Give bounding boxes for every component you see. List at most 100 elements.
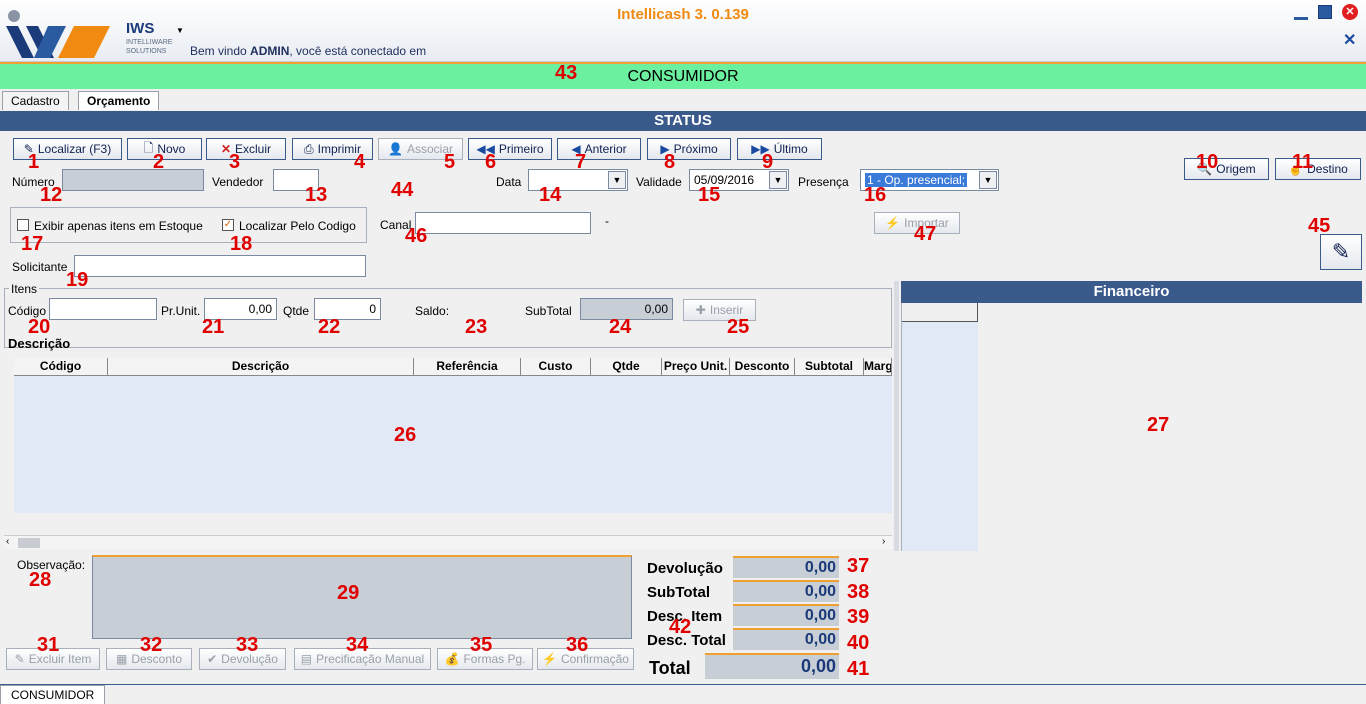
app-header: IWS INTELLIWARE SOLUTIONS ▼ Intellicash … (0, 0, 1366, 62)
panel-divider[interactable] (894, 281, 899, 551)
marker-2: 2 (153, 151, 165, 173)
codigo-field[interactable] (49, 298, 157, 320)
marker-21: 21 (202, 316, 225, 338)
marker-41: 41 (847, 658, 870, 680)
return-icon: ✔ (207, 652, 218, 666)
marker-29: 29 (337, 582, 360, 604)
localizar-codigo-label: Localizar Pelo Codigo (239, 219, 356, 233)
presenca-label: Presença (798, 175, 849, 189)
marker-1: 1 (28, 151, 40, 173)
marker-38: 38 (847, 581, 870, 603)
col-preco-unit[interactable]: Preço Unit. (662, 358, 730, 376)
app-title: Intellicash 3. 0.139 (617, 6, 749, 23)
col-margem[interactable]: Marg (864, 358, 892, 376)
novo-button[interactable]: 🗋 Novo (127, 138, 202, 160)
marker-7: 7 (575, 151, 587, 173)
itens-label: Itens (9, 282, 40, 296)
marker-45: 45 (1308, 215, 1331, 237)
logo-subtext: INTELLIWARE (126, 39, 173, 46)
scroll-left-arrow[interactable]: ‹ (6, 536, 9, 547)
marker-8: 8 (664, 151, 676, 173)
logo-menu-arrow[interactable]: ▼ (176, 26, 184, 35)
ultimo-button[interactable]: ▶▶ Último (737, 138, 822, 160)
observacao-textarea[interactable] (92, 555, 632, 639)
printer-icon: ⎙ (304, 141, 314, 156)
marker-44: 44 (391, 179, 414, 201)
marker-46: 46 (405, 225, 428, 247)
numero-field[interactable] (62, 169, 204, 191)
chevron-down-icon[interactable]: ▼ (979, 171, 997, 189)
marker-27: 27 (1147, 414, 1170, 436)
close-form-icon[interactable]: ✕ (1343, 30, 1356, 50)
col-descricao[interactable]: Descrição (108, 358, 414, 376)
marker-14: 14 (539, 184, 562, 206)
marker-3: 3 (229, 151, 241, 173)
maximize-icon[interactable] (1318, 5, 1332, 19)
marker-26: 26 (394, 424, 417, 446)
canal-suffix: - (605, 214, 609, 228)
col-referencia[interactable]: Referência (414, 358, 521, 376)
footer-line (0, 684, 1366, 685)
footer-tab-consumidor[interactable]: CONSUMIDOR (0, 685, 106, 704)
edit-pen-button[interactable]: ✎ (1320, 234, 1362, 270)
minimize-icon[interactable] (1294, 6, 1308, 20)
col-codigo[interactable]: Código (14, 358, 108, 376)
excluir-button[interactable]: ✕ Excluir (206, 138, 286, 160)
marker-33: 33 (236, 634, 259, 656)
marker-40: 40 (847, 632, 870, 654)
tab-cadastro[interactable]: Cadastro (2, 91, 69, 110)
marker-15: 15 (698, 184, 721, 206)
proximo-button[interactable]: ▶ Próximo (647, 138, 731, 160)
financeiro-panel[interactable] (901, 303, 1362, 551)
marker-10: 10 (1196, 151, 1219, 173)
marker-19: 19 (66, 269, 89, 291)
primeiro-button[interactable]: ◀◀ Primeiro (468, 138, 552, 160)
subtotal-total-label: SubTotal (647, 584, 711, 601)
scroll-thumb[interactable] (18, 538, 40, 548)
marker-42: 42 (669, 616, 692, 638)
col-subtotal[interactable]: Subtotal (795, 358, 864, 376)
new-document-icon: 🗋 (143, 140, 154, 155)
plus-icon: ✚ (695, 303, 706, 317)
subtotal-total-value: 0,00 (733, 580, 839, 602)
prunit-label: Pr.Unit. (161, 304, 201, 318)
marker-36: 36 (566, 634, 589, 656)
saldo-label: Saldo: (415, 304, 450, 318)
marker-25: 25 (727, 316, 750, 338)
marker-12: 12 (40, 184, 63, 206)
col-desconto[interactable]: Desconto (730, 358, 795, 376)
chevron-down-icon[interactable]: ▼ (769, 171, 787, 189)
logo-subtext-2: SOLUTIONS (126, 48, 167, 55)
financeiro-header: Financeiro (901, 281, 1362, 303)
pen-icon: ✎ (1331, 239, 1351, 264)
vendedor-label: Vendedor (212, 175, 264, 189)
price-icon: ▤ (300, 652, 313, 666)
chevron-down-icon[interactable]: ▼ (608, 171, 626, 189)
canal-field[interactable] (415, 212, 591, 234)
close-window-icon[interactable]: ✕ (1342, 4, 1358, 20)
items-grid-body[interactable] (14, 376, 892, 513)
anterior-button[interactable]: ◀ Anterior (557, 138, 641, 160)
grid-horizontal-scrollbar[interactable]: ‹ › (4, 535, 892, 549)
marker-11: 11 (1292, 151, 1314, 173)
col-custo[interactable]: Custo (521, 358, 591, 376)
tab-orcamento[interactable]: Orçamento (78, 91, 160, 110)
devolucao-total-label: Devolução (647, 560, 723, 577)
welcome-message: Bem vindo ADMIN, você está conectado em (190, 44, 427, 58)
col-qtde[interactable]: Qtde (591, 358, 662, 376)
exibir-estoque-label: Exibir apenas itens em Estoque (34, 219, 203, 233)
validade-label: Validade (636, 175, 682, 189)
scroll-right-arrow[interactable]: › (882, 536, 885, 547)
solicitante-field[interactable] (74, 255, 366, 277)
exibir-estoque-checkbox[interactable] (17, 219, 29, 231)
marker-4: 4 (354, 151, 366, 173)
destino-button[interactable]: ☝ Destino (1275, 158, 1361, 180)
localizar-codigo-checkbox[interactable]: ✓ (222, 219, 234, 231)
marker-13: 13 (305, 184, 328, 206)
customer-banner: CONSUMIDOR (0, 62, 1366, 89)
financeiro-grid-header (902, 303, 978, 322)
desc-item-value: 0,00 (733, 604, 839, 626)
marker-23: 23 (465, 316, 488, 338)
money-bag-icon: 💰 (444, 652, 460, 666)
marker-43: 43 (555, 62, 578, 84)
